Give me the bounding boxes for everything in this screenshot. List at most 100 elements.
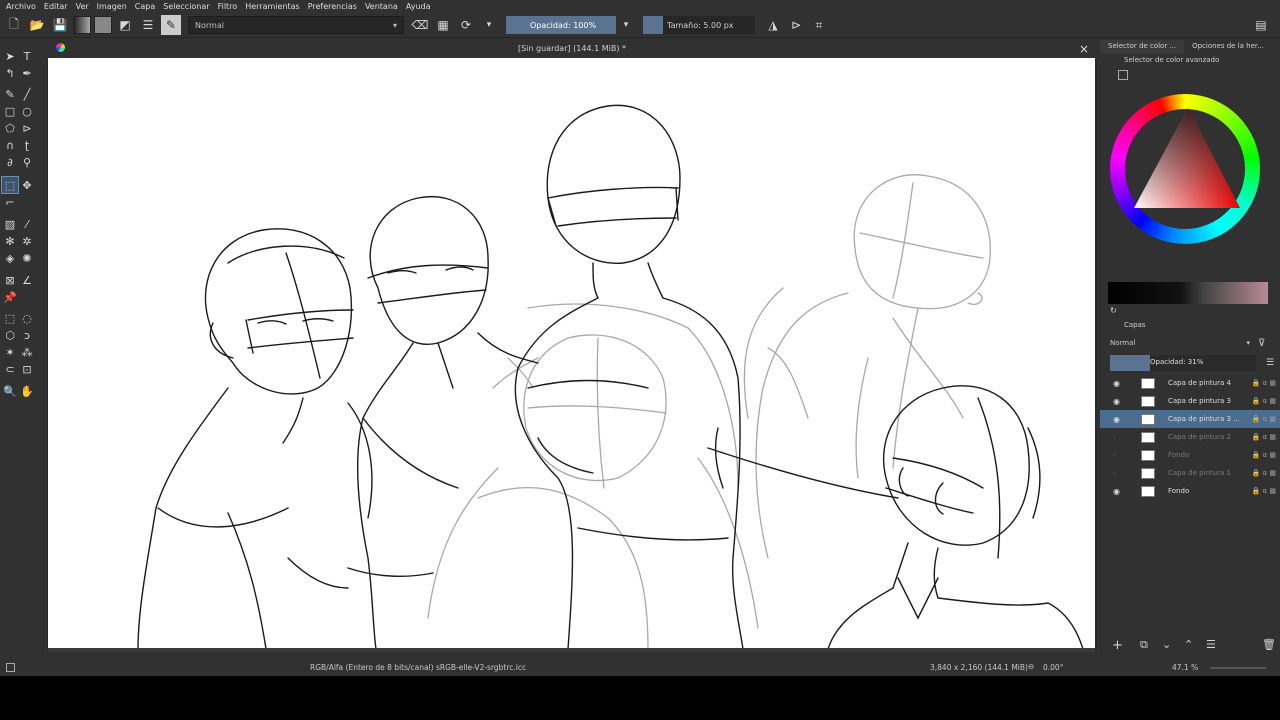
bezier-select-icon[interactable]: ⊂ [2,361,18,377]
crop-wrap-icon[interactable]: ⌗ [809,15,829,35]
brush-preset-icon[interactable]: ✎ [161,15,181,35]
magnetic-select-icon[interactable]: ⊡ [19,361,35,377]
ellipse-tool-icon[interactable]: ○ [19,103,35,119]
layer-row[interactable]: · Capa de pintura 2 🔒 α ▦ [1100,428,1280,446]
layers-blend-select[interactable]: Normal ▾ [1110,339,1250,351]
fill-tool-icon[interactable]: ◈ [2,250,18,266]
blend-mode-select[interactable]: Normal ▾ [188,16,404,34]
measure-tool-icon[interactable]: ∠ [19,272,35,288]
eraser-icon[interactable]: ⌫ [410,15,430,35]
eye-icon[interactable]: · [1113,451,1116,460]
add-layer-icon[interactable]: + [1112,638,1123,653]
reload-icon[interactable]: ⟳ [456,15,476,35]
layer-properties-icon[interactable]: ☰ [1206,638,1216,651]
workspaces-icon[interactable]: ▤ [1251,15,1271,35]
chevron-down-icon[interactable]: ▾ [479,15,499,35]
assistant-tool-icon[interactable]: ⊠ [2,272,18,288]
layer-flags-icon[interactable]: 🔒 α ▦ [1252,451,1276,459]
transform-tool-icon[interactable]: ⬚ [1,176,19,194]
open-document-icon[interactable]: 📂 [27,15,47,35]
freehand-path-icon[interactable]: ʈ [19,137,35,153]
close-icon[interactable]: × [1079,40,1089,58]
layer-row[interactable]: · Fondo 🔒 α ▦ [1100,446,1280,464]
menu-editar[interactable]: Editar [44,2,68,11]
color-picker-icon[interactable]: ⁄ [19,216,35,232]
text-tool-icon[interactable]: T [19,48,35,64]
layer-flags-icon[interactable]: 🔒 α ▦ [1252,469,1276,477]
delete-layer-icon[interactable]: 🗑 [1262,638,1276,651]
duplicate-layer-icon[interactable]: ⧉ [1140,638,1148,652]
mirror-vertical-icon[interactable]: ⊳ [786,15,806,35]
drawing-canvas[interactable] [48,58,1095,649]
filter-icon[interactable]: ⊽ [1258,338,1265,349]
horizontal-scrollbar[interactable] [48,648,1095,652]
line-tool-icon[interactable]: ╱ [19,86,35,102]
rectangle-tool-icon[interactable]: □ [2,103,18,119]
select-shapes-icon[interactable]: ➤ [2,48,18,64]
layer-row[interactable]: ◉ Capa de pintura 3 ... 🔒 α ▦ [1100,410,1280,428]
tab-tool-options[interactable]: Opciones de la her... [1184,40,1272,54]
settings-icon[interactable] [1118,70,1128,80]
layer-flags-icon[interactable]: 🔒 α ▦ [1252,487,1276,495]
brush-icon[interactable] [6,663,15,672]
freehand-select-icon[interactable]: ↄ [19,327,35,343]
colorize-mask-icon[interactable]: ✲ [19,233,35,249]
polygon-tool-icon[interactable]: ⬠ [2,120,18,136]
eye-icon[interactable]: ◉ [1113,397,1120,406]
layer-flags-icon[interactable]: 🔒 α ▦ [1252,433,1276,441]
fg-bg-color-icon[interactable]: ◩ [115,15,135,35]
gradient-swatch[interactable] [73,16,91,34]
crop-tool-icon[interactable]: ⌐ [2,194,18,210]
move-up-icon[interactable]: ⌃ [1184,638,1193,651]
contiguous-select-icon[interactable]: ✶ [2,344,18,360]
color-wheel[interactable] [1110,94,1260,244]
menu-seleccionar[interactable]: Seleccionar [163,2,209,11]
mirror-horizontal-icon[interactable]: ◮ [763,15,783,35]
calligraphy-icon[interactable]: ✒ [19,65,35,81]
pan-tool-icon[interactable]: ✋ [19,383,35,399]
layer-flags-icon[interactable]: 🔒 α ▦ [1252,415,1276,423]
ellipse-select-icon[interactable]: ◌ [19,310,35,326]
pattern-swatch[interactable] [94,16,112,34]
chevron-down-icon[interactable]: ▾ [616,15,636,35]
zoom-slider[interactable] [1210,667,1266,669]
menu-herramientas[interactable]: Herramientas [245,2,300,11]
document-tab[interactable]: [Sin guardar] (144.1 MiB) * × [47,40,1097,58]
layer-flags-icon[interactable]: 🔒 α ▦ [1252,397,1276,405]
eye-icon[interactable]: ◉ [1113,487,1120,496]
menu-imagen[interactable]: Imagen [97,2,127,11]
save-document-icon[interactable]: 💾 [50,15,70,35]
menu-preferencias[interactable]: Preferencias [308,2,357,11]
zoom-tool-icon[interactable]: 🔍 [2,383,18,399]
smart-patch-icon[interactable]: ✻ [2,233,18,249]
move-tool-icon[interactable]: ✥ [19,177,35,193]
menu-filtro[interactable]: Filtro [218,2,238,11]
layer-row[interactable]: · Capa de pintura 1 🔒 α ▦ [1100,464,1280,482]
reset-icon[interactable]: ↻ [1110,306,1117,315]
eye-icon[interactable]: ◉ [1113,415,1120,424]
menu-ver[interactable]: Ver [76,2,89,11]
color-triangle[interactable] [1110,94,1260,244]
menu-ayuda[interactable]: Ayuda [406,2,431,11]
layer-row[interactable]: ◉ Fondo 🔒 α ▦ [1100,482,1280,500]
opacity-slider[interactable]: Opacidad: 100% [506,16,616,34]
similar-select-icon[interactable]: ⁂ [19,344,35,360]
new-document-icon[interactable]: 🗋 [4,15,24,35]
layer-row[interactable]: ◉ Capa de pintura 4 🔒 α ▦ [1100,374,1280,392]
alpha-lock-icon[interactable]: ▦ [433,15,453,35]
polygon-select-icon[interactable]: ⬡ [2,327,18,343]
bezier-tool-icon[interactable]: ∩ [2,137,18,153]
layers-opacity-slider[interactable]: Opacidad: 31% [1110,355,1256,371]
menu-lines-icon[interactable]: ☰ [1266,358,1274,368]
eye-icon[interactable]: · [1113,433,1116,442]
move-down-icon[interactable]: ⌄ [1162,638,1171,651]
reference-images-icon[interactable]: 📌 [2,289,18,305]
tab-color-selector[interactable]: Selector de color ... [1100,40,1185,54]
dynamic-brush-icon[interactable]: ∂ [2,154,18,170]
enclose-fill-icon[interactable]: ✺ [19,250,35,266]
brush-presets-icon[interactable]: ☰ [138,15,158,35]
layer-flags-icon[interactable]: 🔒 α ▦ [1252,379,1276,387]
edit-shapes-icon[interactable]: ↰ [2,65,18,81]
polyline-tool-icon[interactable]: ⊳ [19,120,35,136]
size-slider[interactable]: Tamaño: 5.00 px [643,16,755,34]
